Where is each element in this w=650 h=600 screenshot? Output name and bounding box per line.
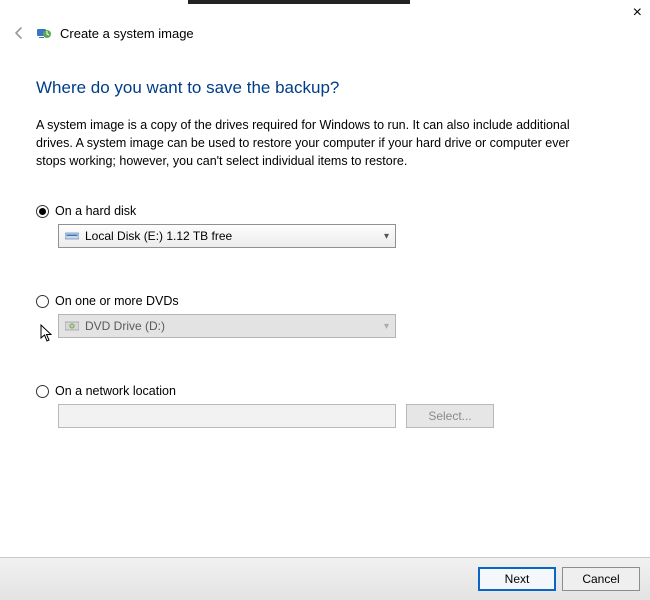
dvd-combo-text: DVD Drive (D:)	[85, 319, 384, 333]
chevron-down-icon: ▾	[384, 231, 389, 242]
window-title: Create a system image	[60, 26, 194, 41]
main-content: Where do you want to save the backup? A …	[36, 78, 614, 464]
chevron-down-icon: ▾	[384, 321, 389, 332]
select-network-button: Select...	[406, 404, 494, 428]
titlebar: Create a system image	[10, 24, 194, 42]
bottom-bar: Next Cancel	[0, 557, 650, 600]
radio-hard-disk[interactable]	[36, 205, 49, 218]
option-hard-disk: On a hard disk Local Disk (E:) 1.12 TB f…	[36, 204, 614, 248]
hard-disk-combo[interactable]: Local Disk (E:) 1.12 TB free ▾	[58, 224, 396, 248]
radio-dvd[interactable]	[36, 295, 49, 308]
network-path-input[interactable]	[58, 404, 396, 428]
system-image-icon	[36, 25, 52, 41]
option-network: On a network location Select...	[36, 384, 614, 428]
dvd-icon	[65, 320, 79, 332]
top-accent-bar	[188, 0, 410, 4]
page-description: A system image is a copy of the drives r…	[36, 116, 596, 170]
cancel-button[interactable]: Cancel	[562, 567, 640, 591]
page-heading: Where do you want to save the backup?	[36, 78, 614, 98]
radio-hard-disk-label: On a hard disk	[55, 204, 136, 218]
hard-disk-combo-text: Local Disk (E:) 1.12 TB free	[85, 229, 384, 243]
radio-dvd-label: On one or more DVDs	[55, 294, 179, 308]
drive-icon	[65, 230, 79, 242]
radio-network[interactable]	[36, 385, 49, 398]
radio-network-label: On a network location	[55, 384, 176, 398]
option-dvd: On one or more DVDs DVD Drive (D:) ▾	[36, 294, 614, 338]
back-button[interactable]	[10, 24, 28, 42]
next-button[interactable]: Next	[478, 567, 556, 591]
dvd-combo: DVD Drive (D:) ▾	[58, 314, 396, 338]
close-button[interactable]: ×	[633, 4, 642, 22]
